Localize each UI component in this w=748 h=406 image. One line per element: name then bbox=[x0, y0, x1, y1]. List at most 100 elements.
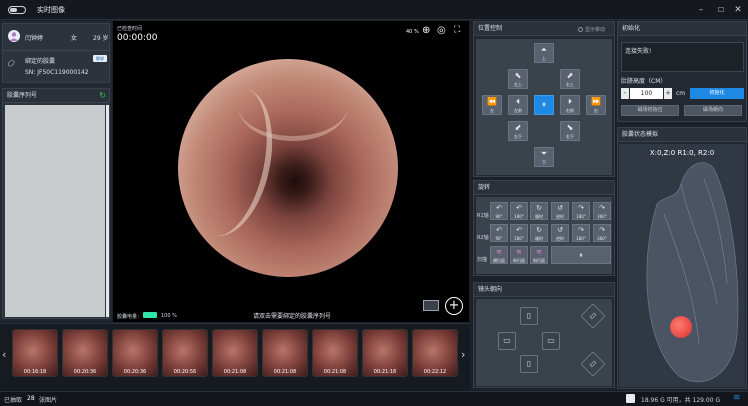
minimize-button[interactable]: – bbox=[694, 4, 708, 16]
r2-counterclockwise-button[interactable]: ↺ 逆时 bbox=[551, 224, 569, 242]
battery-label: 胶囊电量： bbox=[117, 314, 143, 320]
unbind-button[interactable]: 解绑 bbox=[93, 55, 107, 62]
thumbnail[interactable]: 00:20:36 bbox=[62, 329, 108, 377]
move-left-up-button[interactable]: ⬉ 左上 bbox=[508, 69, 528, 89]
r1-90-button[interactable]: ↶ 90° bbox=[490, 202, 508, 220]
move-right-front-button[interactable]: ⏵ 右前 bbox=[560, 95, 580, 115]
thumbnail[interactable]: 00:21:08 bbox=[262, 329, 308, 377]
bind-prompt: 请双击需要绑定的胶囊序列号 bbox=[253, 313, 332, 320]
thumbnail[interactable]: 00:21:08 bbox=[312, 329, 358, 377]
r2-clockwise-button[interactable]: ↻ 顺时 bbox=[530, 224, 548, 242]
scan-horizontal-button[interactable]: ≋ 横扫面 bbox=[490, 246, 508, 264]
rotation-pause-button[interactable]: ⏸ bbox=[551, 246, 611, 264]
rotation-controls: R1轴 R2轴 扫描 ↶ 90° ↶ 180° ↻ 顺时 ↺ 逆时 ↷ 180° ↷ 360… bbox=[476, 197, 612, 274]
lens-downright-button[interactable]: ▯ bbox=[580, 351, 606, 377]
stomach-model bbox=[646, 162, 739, 383]
move-left-button[interactable]: ⏪ 左 bbox=[482, 95, 502, 115]
navel-height-label: 肚脐高度（CM） bbox=[621, 78, 667, 85]
divider bbox=[3, 50, 109, 51]
title-bar: 实时图像 – ☐ ✕ bbox=[0, 0, 748, 20]
scroll-left-icon[interactable]: ‹ bbox=[2, 348, 6, 361]
bind-label: 绑定的胶囊 bbox=[25, 58, 56, 65]
left-panel: 闫钟婷 女 29 岁 ⬭ 绑定的胶囊 解绑 SN: JF50C119000142… bbox=[0, 21, 112, 321]
move-right-button[interactable]: ⏩ 右 bbox=[586, 95, 606, 115]
scan-vertical-button[interactable]: ≋ 纵扫面 bbox=[510, 246, 528, 264]
reset-direction-button[interactable]: 磁场朝向 bbox=[684, 105, 742, 116]
r2-180b-button[interactable]: ↷ 180° bbox=[572, 224, 590, 242]
display-move-checkbox[interactable] bbox=[578, 27, 583, 32]
lens-right-button[interactable]: ▭ bbox=[542, 332, 560, 350]
direction-pad: ⏶ 上 ⬉ 左上 ⬈ 右上 ⏪ 左 ⏴ 左前 ⏸ ⏵ 右前 ⏩ 右 ⬋ 左下 ⬊ 右下 ⏷ 下 bbox=[476, 39, 612, 175]
app-title: 实时图像 bbox=[37, 6, 65, 14]
capsule-list-title: 胶囊序列号 bbox=[3, 89, 109, 103]
close-button[interactable]: ✕ bbox=[731, 4, 745, 16]
thumbnail[interactable]: 00:22:12 bbox=[412, 329, 458, 377]
rotate-view-icon[interactable]: ◎ bbox=[437, 25, 446, 36]
storage-info: 18.96 G 可用，共 129.00 G bbox=[641, 397, 721, 404]
capture-button[interactable]: + bbox=[445, 297, 463, 315]
battery-icon bbox=[143, 312, 157, 318]
r1-counterclockwise-button[interactable]: ↺ 逆时 bbox=[551, 202, 569, 220]
thumbnail[interactable]: 00:21:08 bbox=[212, 329, 258, 377]
scroll-right-icon[interactable]: › bbox=[461, 348, 465, 361]
thumbnail-time: 00:21:08 bbox=[223, 369, 247, 375]
capsule-marker bbox=[670, 316, 692, 338]
r2-360-button[interactable]: ↷ 360° bbox=[593, 224, 611, 242]
r1-360-button[interactable]: ↷ 360° bbox=[593, 202, 611, 220]
display-move-label: 显示移动 bbox=[585, 27, 606, 33]
lens-direction-panel: 镜头朝向 ▯ ▯ ▭ ▭ ▯ ▯ bbox=[473, 282, 615, 388]
initialize-button[interactable]: 初始化 bbox=[690, 88, 744, 99]
move-right-up-button[interactable]: ⬈ 右上 bbox=[560, 69, 580, 89]
pause-button[interactable]: ⏸ bbox=[534, 95, 554, 115]
thumbnail-time: 00:21:08 bbox=[273, 369, 297, 375]
r1-180b-button[interactable]: ↷ 180° bbox=[572, 202, 590, 220]
capsule-state-title: 胶囊状态模拟 bbox=[618, 128, 746, 142]
elapsed-timer: 00:00:00 bbox=[117, 33, 158, 43]
elapsed-label: 已检查时间 bbox=[117, 26, 143, 32]
refresh-icon[interactable]: ↻ bbox=[99, 92, 106, 100]
thumbnail[interactable]: 00:21:18 bbox=[362, 329, 408, 377]
lens-down-button[interactable]: ▯ bbox=[520, 355, 538, 373]
r2-180-button[interactable]: ↶ 180° bbox=[510, 224, 528, 242]
height-decrement-button[interactable]: - bbox=[621, 88, 629, 99]
rotation-panel: 旋转 R1轴 R2轴 扫描 ↶ 90° ↶ 180° ↻ 顺时 ↺ 逆时 ↷ 180° ↷… bbox=[473, 180, 615, 276]
r2-axis-label: R2轴 bbox=[477, 235, 489, 241]
live-video[interactable]: 已检查时间 00:00:00 40 % ⊕ ◎ ⛶ 胶囊电量： 100 % 请双… bbox=[113, 21, 469, 322]
r1-180-button[interactable]: ↶ 180° bbox=[510, 202, 528, 220]
zoom-in-icon[interactable]: ⊕ bbox=[422, 25, 430, 36]
lens-upright-button[interactable]: ▯ bbox=[580, 303, 606, 329]
thumbnail-strip: ‹ › 00:16:18 00:20:36 00:20:36 00:20:56 … bbox=[0, 323, 470, 391]
patient-name: 闫钟婷 bbox=[25, 35, 44, 42]
fullscreen-icon[interactable]: ⛶ bbox=[454, 25, 460, 35]
thumbnail[interactable]: 00:20:36 bbox=[112, 329, 158, 377]
lens-direction-title: 镜头朝向 bbox=[474, 283, 614, 297]
r2-90-button[interactable]: ↶ 90° bbox=[490, 224, 508, 242]
patient-age: 29 岁 bbox=[93, 35, 109, 42]
status-bar: 已抽取 28 张图片 18.96 G 可用，共 129.00 G ≋ bbox=[0, 391, 748, 406]
height-increment-button[interactable]: + bbox=[664, 88, 672, 99]
capsule-simulation-view: X:0,Z:0 R1:0, R2:0 bbox=[619, 144, 745, 387]
thumbnail-time: 00:20:36 bbox=[123, 369, 147, 375]
maximize-button[interactable]: ☐ bbox=[714, 4, 728, 16]
r1-clockwise-button[interactable]: ↻ 顺时 bbox=[530, 202, 548, 220]
move-left-down-button[interactable]: ⬋ 左下 bbox=[508, 121, 528, 141]
move-left-front-button[interactable]: ⏴ 左前 bbox=[508, 95, 528, 115]
move-up-button[interactable]: ⏶ 上 bbox=[534, 43, 554, 63]
move-down-button[interactable]: ⏷ 下 bbox=[534, 147, 554, 167]
height-input[interactable]: 100 bbox=[630, 88, 663, 99]
lens-left-button[interactable]: ▭ bbox=[498, 332, 516, 350]
scan-diagonal-button[interactable]: ≋ 斜扫面 bbox=[530, 246, 548, 264]
zoom-level: 40 % bbox=[406, 29, 419, 35]
list-scrollbar[interactable] bbox=[106, 105, 109, 317]
captured-count: 28 bbox=[27, 395, 35, 402]
capsule-list[interactable] bbox=[5, 105, 105, 317]
move-right-down-button[interactable]: ⬊ 右下 bbox=[560, 121, 580, 141]
endoscope-image bbox=[175, 59, 398, 277]
thumbnail[interactable]: 00:20:56 bbox=[162, 329, 208, 377]
snapshot-gallery-icon[interactable] bbox=[423, 300, 439, 311]
thumbnail-time: 00:22:12 bbox=[423, 369, 447, 375]
lens-up-button[interactable]: ▯ bbox=[520, 307, 538, 325]
mucosa-fold bbox=[238, 71, 348, 141]
thumbnail[interactable]: 00:16:18 bbox=[12, 329, 58, 377]
reset-position-button[interactable]: 磁场初始位 bbox=[621, 105, 679, 116]
